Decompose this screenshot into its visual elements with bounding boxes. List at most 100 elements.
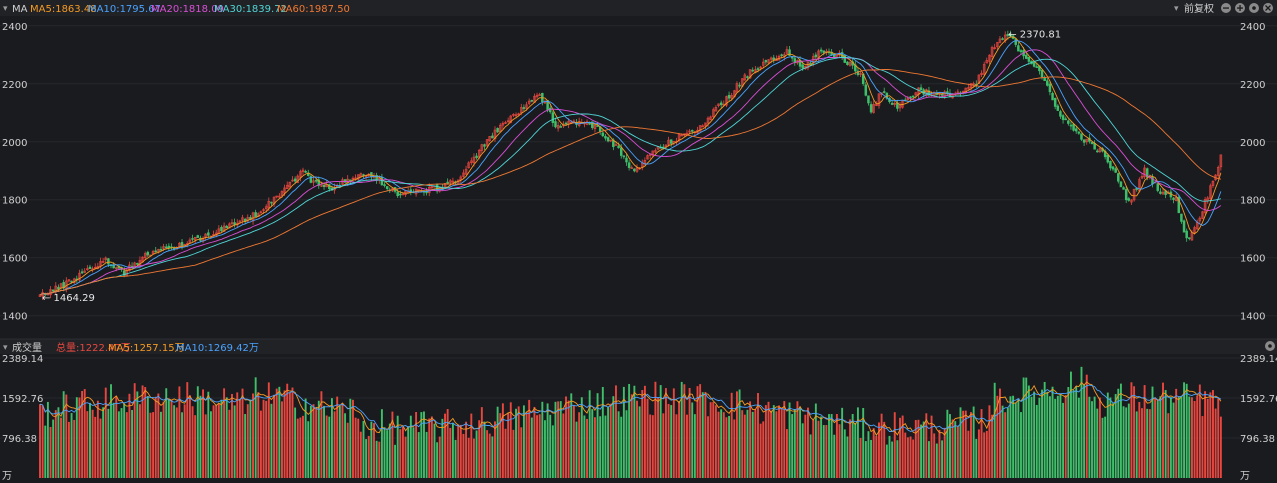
candle-body	[846, 61, 849, 65]
candle-body	[207, 232, 210, 236]
volume-tick-right: 2389.14	[1240, 354, 1277, 365]
volume-bar	[465, 421, 468, 478]
volume-bar	[1217, 398, 1220, 478]
volume-bar	[480, 407, 483, 478]
price-tick-left: 2200	[2, 80, 27, 91]
volume-bar	[241, 388, 244, 478]
volume-bar	[162, 401, 165, 478]
volume-bar	[467, 437, 470, 478]
volume-bar	[341, 403, 344, 478]
volume-bar	[1112, 403, 1114, 478]
volume-bar	[207, 391, 210, 478]
volume-bar	[746, 409, 749, 478]
close-icon[interactable]	[1263, 3, 1273, 13]
volume-bar	[117, 411, 120, 478]
minimize-icon[interactable]	[1221, 3, 1231, 13]
adjust-dropdown[interactable]: 前复权	[1184, 2, 1214, 15]
volume-bar	[57, 407, 60, 478]
volume-bar	[1219, 416, 1222, 478]
volume-bar	[144, 387, 147, 478]
volume-bar	[922, 421, 925, 478]
volume-bar	[917, 419, 920, 478]
candle-body	[1027, 57, 1031, 62]
volume-bar	[249, 399, 252, 478]
volume-bar	[856, 407, 859, 478]
candle-body	[1032, 62, 1036, 67]
volume-bar	[459, 424, 462, 478]
volume-bar	[365, 439, 368, 478]
candle-body	[604, 135, 607, 139]
candle-body	[596, 125, 599, 127]
add-icon[interactable]	[1235, 3, 1245, 13]
volume-bar	[136, 391, 139, 478]
volume-bar	[785, 429, 788, 478]
volume-bar	[820, 416, 823, 478]
candle-body	[869, 104, 873, 113]
candle-body	[475, 155, 478, 158]
settings-icon[interactable]	[1249, 3, 1259, 13]
volume-bar	[722, 412, 725, 478]
volume-bar	[783, 401, 786, 478]
adjust-dropdown-icon[interactable]: ▾	[1174, 4, 1179, 14]
legend-ma30: MA30:1839.72	[214, 4, 287, 15]
volume-tick-right: 796.38	[1240, 434, 1275, 445]
volume-bar	[107, 408, 110, 478]
candle-body	[1180, 213, 1183, 222]
volume-bar	[562, 413, 565, 478]
volume-bar	[1119, 383, 1122, 478]
volume-bar	[580, 397, 583, 478]
volume-bar	[780, 408, 783, 478]
price-tick-right: 2200	[1240, 80, 1265, 91]
volume-bar	[123, 403, 126, 478]
volume-bar	[323, 405, 325, 478]
volume-bar	[557, 401, 560, 478]
candle-body	[1124, 189, 1128, 201]
volume-bar	[646, 398, 649, 478]
volume-bar	[191, 406, 194, 478]
candle-body	[1072, 123, 1075, 131]
volume-bar	[530, 417, 533, 478]
volume-bar	[975, 438, 978, 478]
candle-body	[254, 212, 257, 218]
volume-unit-right: 万	[1240, 471, 1250, 482]
volume-bar	[199, 395, 202, 478]
volume-bar	[154, 396, 157, 478]
volume-bar	[704, 391, 707, 478]
volume-bar	[1020, 412, 1022, 478]
volume-bar	[625, 410, 628, 478]
volume-header-toggle-icon[interactable]: ▾	[3, 343, 8, 353]
volume-bar	[39, 404, 41, 478]
volume-bar	[935, 443, 938, 478]
volume-bar	[870, 439, 873, 478]
volume-bar	[436, 442, 439, 478]
candle-body	[1159, 191, 1162, 194]
volume-bar	[367, 435, 370, 478]
volume-bar	[628, 384, 631, 478]
volume-bar	[649, 414, 652, 478]
volume-bar	[60, 417, 62, 478]
volume-bar	[885, 444, 888, 478]
volume-bar	[491, 436, 494, 478]
volume-bar	[1204, 391, 1207, 478]
volume-bar	[262, 399, 265, 478]
volume-bar	[977, 429, 980, 478]
price-header-toggle-icon[interactable]: ▾	[3, 4, 8, 14]
candle-body	[1061, 115, 1065, 120]
volume-bar	[1038, 397, 1041, 478]
candle-body	[1046, 80, 1049, 86]
candle-body	[1001, 38, 1004, 40]
volume-bar	[417, 432, 420, 478]
volume-bar	[110, 384, 112, 478]
price-tick-left: 2000	[2, 138, 27, 149]
volume-bar	[1098, 397, 1101, 478]
volume-bar	[736, 391, 738, 478]
volume-bar	[1048, 396, 1051, 478]
volume-bar	[220, 399, 223, 478]
volume-bar	[1154, 398, 1157, 478]
volume-bar	[309, 405, 312, 478]
candle-body	[772, 57, 776, 61]
candle-body	[146, 251, 150, 256]
volume-bar	[817, 420, 820, 478]
stock-chart: ▾ MA MA5:1863.48 MA10:1795.67 MA20:1818.…	[0, 0, 1277, 483]
volume-settings-icon[interactable]	[1265, 341, 1275, 351]
